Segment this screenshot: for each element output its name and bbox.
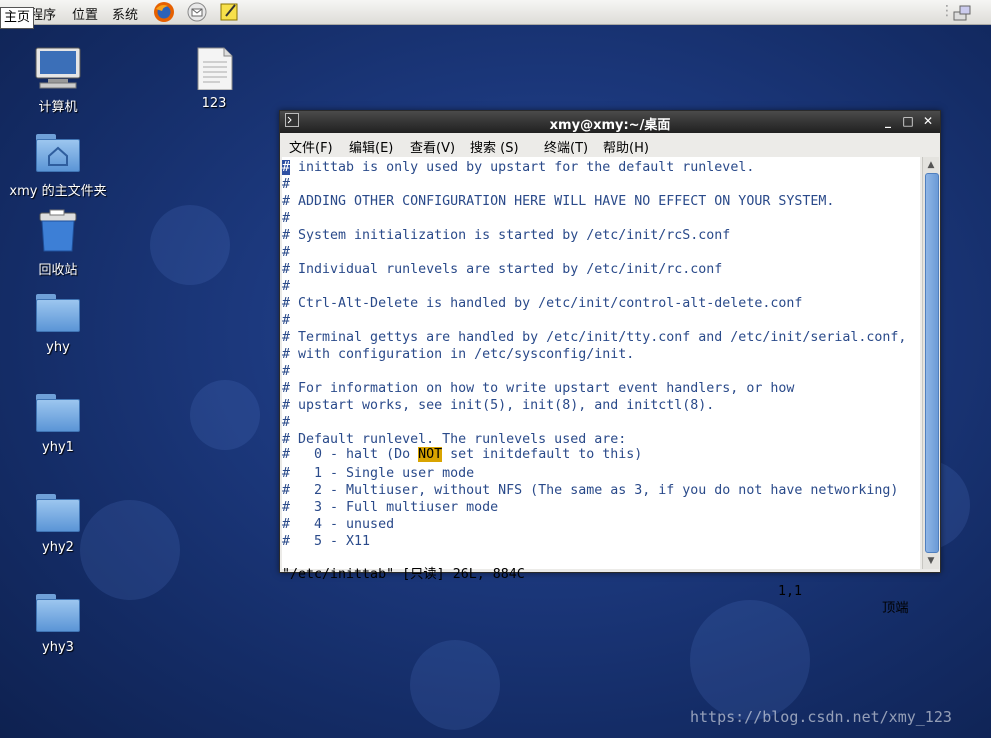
- folder-icon: [34, 490, 82, 534]
- desktop-icon-folder-yhy2[interactable]: yhy2: [8, 490, 108, 555]
- firefox-icon[interactable]: [153, 1, 175, 23]
- text-line-halt: # 0 - halt (Do NOT set initdefault to th…: [282, 447, 643, 462]
- text-line: # 2 - Multiuser, without NFS (The same a…: [282, 483, 899, 498]
- terminal-title: xmy@xmy:~/桌面: [549, 118, 671, 133]
- scroll-up-icon[interactable]: ▲: [925, 159, 937, 171]
- text-line: # 3 - Full multiuser mode: [282, 500, 499, 515]
- computer-icon: [34, 46, 82, 90]
- menu-help[interactable]: 帮助(H): [603, 137, 649, 156]
- desktop-icon-label: 回收站: [38, 263, 78, 278]
- desktop-icon-trash[interactable]: 回收站: [8, 209, 108, 278]
- trash-icon: [34, 209, 82, 253]
- folder-icon: [34, 390, 82, 434]
- menu-view[interactable]: 查看(V): [410, 137, 455, 156]
- home-folder-icon: [34, 130, 82, 174]
- text-cursor: #: [282, 160, 291, 175]
- menu-search[interactable]: 搜索 (S): [470, 137, 519, 156]
- text-line: #: [282, 279, 291, 294]
- terminal-text-area[interactable]: # inittab is only used by upstart for th…: [282, 157, 920, 616]
- folder-icon: [34, 590, 82, 634]
- desktop-icon-folder-yhy[interactable]: yhy: [8, 290, 108, 355]
- desktop-icon-label: yhy2: [42, 540, 74, 555]
- terminal-titlebar[interactable]: xmy@xmy:~/桌面 _ □ ✕: [280, 111, 940, 133]
- maximize-icon[interactable]: □: [900, 113, 916, 129]
- status-file-info: "/etc/inittab" [只读] 26L, 884C: [282, 567, 525, 582]
- desktop-icon-label: yhy: [46, 340, 70, 355]
- text-line: # System initialization is started by /e…: [282, 228, 731, 243]
- text-line: #: [282, 245, 291, 260]
- scroll-down-icon[interactable]: ▼: [925, 555, 937, 567]
- text-line: # 5 - X11: [282, 534, 371, 549]
- search-highlight: NOT: [418, 447, 443, 462]
- text-line: # upstart works, see init(5), init(8), a…: [282, 398, 715, 413]
- text-line: # For information on how to write upstar…: [282, 381, 795, 396]
- text-line: #: [282, 415, 291, 430]
- text-line: #: [282, 313, 291, 328]
- home-tooltip: 主页: [0, 7, 35, 29]
- desktop-icon-folder-yhy1[interactable]: yhy1: [8, 390, 108, 455]
- desktop-icon-folder-yhy3[interactable]: yhy3: [8, 590, 108, 655]
- close-icon[interactable]: ✕: [920, 113, 936, 129]
- text-line: # with configuration in /etc/sysconfig/i…: [282, 347, 635, 362]
- menu-edit[interactable]: 编辑(E): [349, 137, 393, 156]
- desktop-icon-label: yhy3: [42, 640, 74, 655]
- text-line: # ADDING OTHER CONFIGURATION HERE WILL H…: [282, 194, 835, 209]
- text-line: # 1 - Single user mode: [282, 466, 475, 481]
- top-panel: 程序 位置 系统 ⋮: [0, 0, 991, 25]
- menu-system[interactable]: 系统: [112, 4, 138, 23]
- text-line: #: [282, 364, 291, 379]
- mail-icon[interactable]: [186, 1, 208, 23]
- watermark-url: https://blog.csdn.net/xmy_123: [690, 708, 952, 726]
- text-file-icon: [190, 46, 238, 91]
- desktop-icon-label: xmy 的主文件夹: [9, 184, 107, 199]
- desktop-icon-label: 123: [201, 96, 227, 111]
- menu-terminal[interactable]: 终端(T): [544, 137, 588, 156]
- status-scroll-position: 顶端: [882, 601, 909, 616]
- terminal-scrollbar[interactable]: ▲ ▼: [922, 157, 939, 569]
- desktop-icon-home-folder[interactable]: xmy 的主文件夹: [8, 130, 108, 199]
- desktop-icon-label: yhy1: [42, 440, 74, 455]
- bokeh-decoration: [410, 640, 500, 730]
- vim-status-line: "/etc/inittab" [只读] 26L, 884C 1,1 顶端: [282, 549, 920, 616]
- network-icon[interactable]: [951, 1, 973, 23]
- menu-file[interactable]: 文件(F): [289, 137, 333, 156]
- text-line: # Individual runlevels are started by /e…: [282, 262, 723, 277]
- status-cursor-position: 1,1: [778, 584, 803, 599]
- terminal-menubar: 文件(F) 编辑(E) 查看(V) 搜索 (S) 终端(T) 帮助(H): [280, 133, 940, 156]
- bokeh-decoration: [190, 380, 260, 450]
- desktop-icon-computer[interactable]: 计算机: [8, 46, 108, 115]
- menu-places[interactable]: 位置: [72, 4, 98, 23]
- text-line: # Ctrl-Alt-Delete is handled by /etc/ini…: [282, 296, 803, 311]
- text-line: #: [282, 177, 291, 192]
- folder-icon: [34, 290, 82, 334]
- bokeh-decoration: [150, 205, 230, 285]
- minimize-icon[interactable]: _: [880, 113, 896, 129]
- text-line: # Terminal gettys are handled by /etc/in…: [282, 330, 907, 345]
- scroll-thumb[interactable]: [925, 173, 939, 553]
- notes-icon[interactable]: [218, 1, 240, 23]
- text-line: #: [282, 211, 291, 226]
- desktop-icon-label: 计算机: [38, 100, 78, 115]
- bokeh-decoration: [690, 600, 810, 720]
- text-line: # 4 - unused: [282, 517, 395, 532]
- desktop-icon-file-123[interactable]: 123: [164, 46, 264, 111]
- text-line: # inittab is only used by upstart for th…: [282, 160, 755, 175]
- terminal-window: xmy@xmy:~/桌面 _ □ ✕ 文件(F) 编辑(E) 查看(V) 搜索 …: [279, 110, 941, 616]
